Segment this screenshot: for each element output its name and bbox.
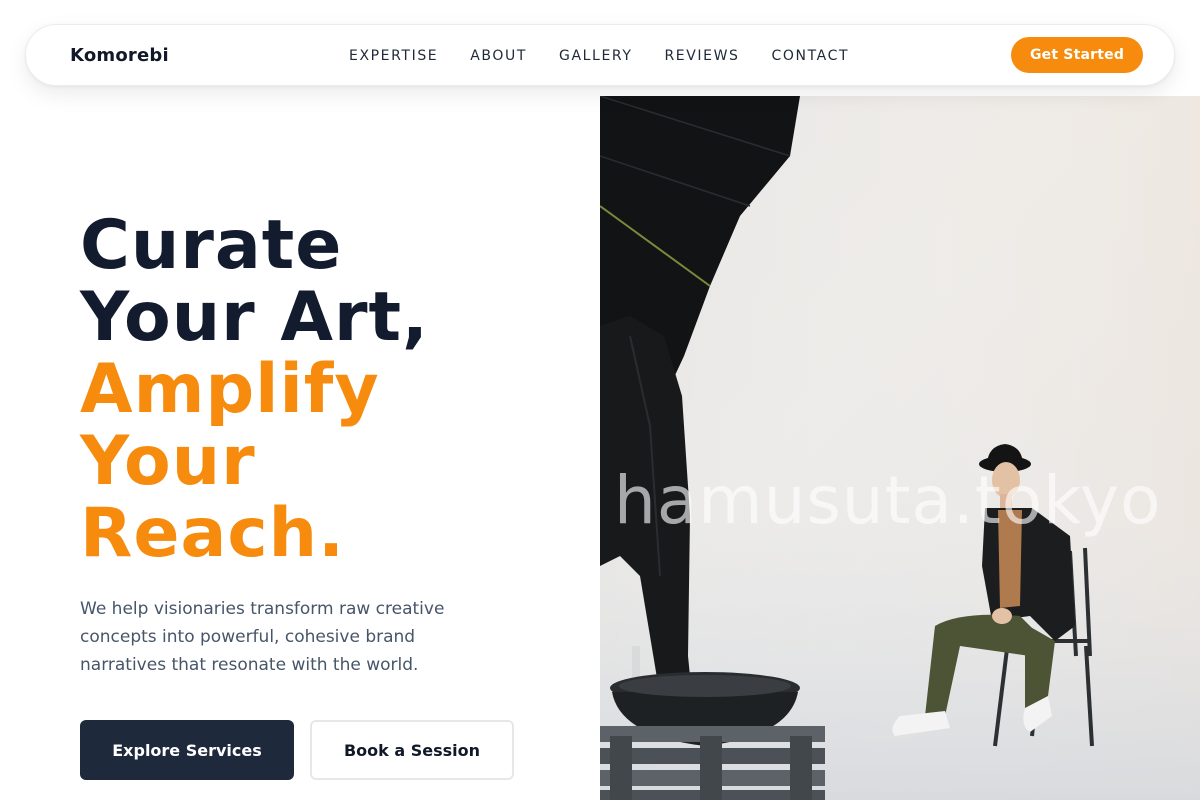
get-started-button[interactable]: Get Started xyxy=(1011,37,1143,73)
hero-headline: Curate Your Art, Amplify Your Reach. xyxy=(80,210,580,570)
top-navbar: Komorebi EXPERTISE ABOUT GALLERY REVIEWS… xyxy=(25,24,1175,86)
nav-link-contact[interactable]: CONTACT xyxy=(772,48,850,64)
nav-link-reviews[interactable]: REVIEWS xyxy=(664,48,739,64)
headline-line-2: Your Art, xyxy=(80,278,429,357)
nav-links: EXPERTISE ABOUT GALLERY REVIEWS CONTACT xyxy=(349,25,849,87)
headline-line-1: Curate xyxy=(80,206,343,285)
hero-description: We help visionaries transform raw creati… xyxy=(80,599,445,675)
headline-line-3: Amplify xyxy=(80,350,380,429)
studio-photo-illustration xyxy=(600,96,1200,800)
headline-line-5: Reach. xyxy=(80,494,345,573)
nav-link-expertise[interactable]: EXPERTISE xyxy=(349,48,438,64)
book-session-button[interactable]: Book a Session xyxy=(310,720,514,780)
explore-services-button[interactable]: Explore Services xyxy=(80,720,294,780)
nav-link-gallery[interactable]: GALLERY xyxy=(559,48,632,64)
headline-line-4: Your xyxy=(80,422,256,501)
nav-link-about[interactable]: ABOUT xyxy=(470,48,527,64)
hero-photo: hamusuta.tokyo xyxy=(600,96,1200,800)
landing-page: Komorebi EXPERTISE ABOUT GALLERY REVIEWS… xyxy=(0,0,1200,800)
brand-logo[interactable]: Komorebi xyxy=(70,25,169,87)
